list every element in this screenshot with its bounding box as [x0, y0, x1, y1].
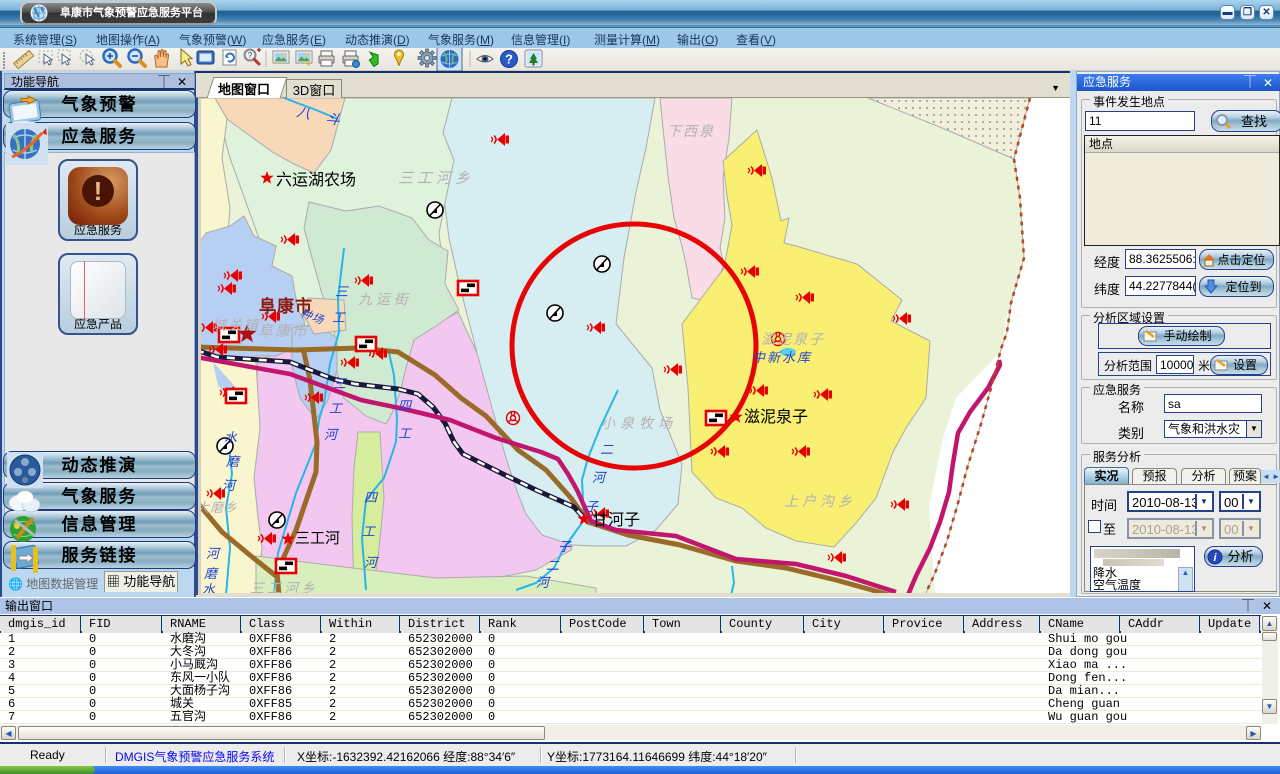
svg-text:三工河乡: 三工河乡 [398, 170, 474, 187]
svg-text:水: 水 [202, 582, 216, 593]
svg-text:三工河: 三工河 [295, 530, 340, 547]
svg-text:三: 三 [335, 284, 349, 299]
svg-text:磨: 磨 [204, 566, 219, 581]
svg-text:城关镇: 城关镇 [212, 317, 260, 333]
svg-text:小泉牧场: 小泉牧场 [601, 415, 677, 431]
svg-text:磨: 磨 [226, 454, 241, 469]
svg-text:九运街: 九运街 [358, 291, 412, 307]
svg-text:子: 子 [558, 539, 572, 554]
svg-text:滋泥泉子: 滋泥泉子 [761, 331, 825, 347]
svg-text:工: 工 [398, 426, 413, 441]
svg-text:六运湖农场: 六运湖农场 [276, 171, 356, 189]
svg-text:?: ? [505, 52, 513, 67]
svg-text:四: 四 [398, 398, 413, 413]
svg-text:工: 工 [332, 310, 347, 325]
svg-text:四: 四 [364, 490, 379, 505]
svg-text:子: 子 [585, 499, 599, 514]
svg-text:甘河子: 甘河子 [592, 511, 640, 529]
svg-text:水: 水 [224, 430, 238, 445]
svg-text:?: ? [248, 51, 253, 60]
svg-text:大磨乡: 大磨乡 [196, 500, 238, 515]
svg-text:二: 二 [600, 442, 614, 457]
svg-text:工: 工 [362, 524, 377, 539]
svg-text:滋泥泉子: 滋泥泉子 [744, 408, 808, 426]
svg-text:下西泉: 下西泉 [667, 123, 715, 139]
svg-text:阜康市: 阜康市 [258, 323, 309, 340]
svg-text:三工河乡: 三工河乡 [250, 580, 318, 593]
svg-text:三: 三 [333, 376, 347, 391]
svg-text:上户沟乡: 上户沟乡 [784, 493, 856, 509]
svg-text:二: 二 [546, 558, 560, 573]
svg-text:工: 工 [329, 401, 344, 416]
svg-text:中新水库: 中新水库 [752, 350, 812, 365]
